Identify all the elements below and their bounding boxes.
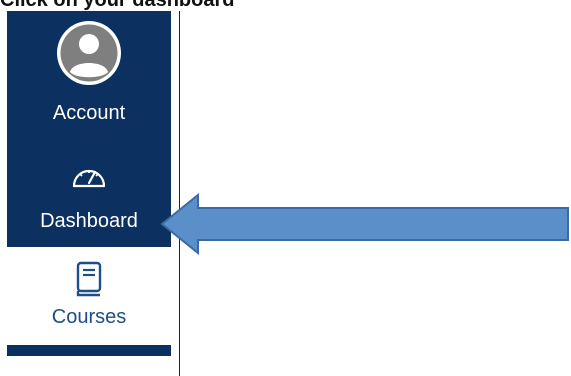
instruction-text: Click on your dashboard: [0, 0, 235, 11]
nav-item-account[interactable]: Account: [7, 11, 171, 137]
nav-item-account-label: Account: [52, 102, 126, 124]
global-navigation-bar: Account Dashboard Courses: [7, 11, 171, 356]
user-avatar-icon: [57, 21, 121, 85]
nav-item-courses[interactable]: Courses: [7, 247, 171, 345]
global-navigation-frame: Account Dashboard Courses: [0, 11, 180, 376]
nav-item-dashboard[interactable]: Dashboard: [7, 137, 171, 247]
dashboard-gauge-icon: [72, 169, 106, 188]
book-icon: [76, 261, 102, 297]
nav-item-courses-label: Courses: [51, 306, 127, 328]
pointer-arrow: [160, 193, 569, 255]
nav-item-dashboard-label: Dashboard: [40, 210, 138, 232]
